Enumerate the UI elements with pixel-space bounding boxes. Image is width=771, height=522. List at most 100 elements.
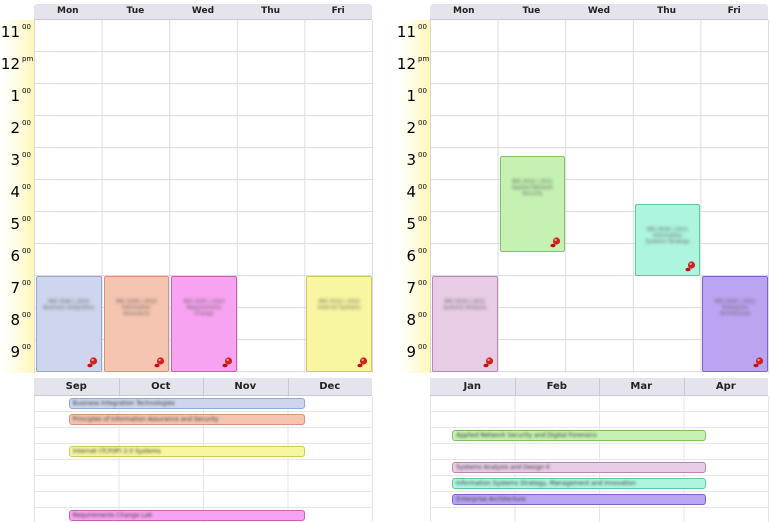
course-bar[interactable]: Business Integration Technologies bbox=[68, 398, 306, 409]
hour-label: 5 00 bbox=[0, 212, 34, 244]
day-label-wed: Wed bbox=[191, 6, 215, 16]
class-block[interactable]: MIS 3320 | 2010 Requirements Change bbox=[171, 276, 237, 372]
course-bar-label: Information Systems Strategy, Management… bbox=[456, 480, 637, 487]
course-bar-label: Business Integration Technologies bbox=[72, 400, 175, 407]
course-bar-label: Internet (TCP/IP) 2.0 Systems bbox=[72, 448, 161, 455]
hour-suffix: 00 bbox=[22, 23, 31, 31]
hour-label: 12 pm bbox=[396, 52, 430, 84]
month-label-apr: Apr bbox=[715, 381, 736, 392]
pushpin-icon[interactable] bbox=[86, 356, 98, 369]
month-label-feb: Feb bbox=[546, 381, 567, 392]
pushpin-icon[interactable] bbox=[221, 356, 233, 369]
class-block[interactable]: MIS 3340 | 2010 Business Integration bbox=[36, 276, 102, 372]
hour-suffix: 00 bbox=[418, 247, 427, 255]
class-block[interactable]: MIS 3520 | 2011 Systems Analysis bbox=[432, 276, 498, 372]
day-label-thu: Thu bbox=[261, 6, 281, 16]
hour-suffix: 00 bbox=[418, 183, 427, 191]
hour-label: 3 00 bbox=[396, 148, 430, 180]
day-label-tue: Tue bbox=[522, 6, 541, 16]
hour-label: 9 00 bbox=[0, 340, 34, 372]
class-block-label: MIS 3310 | 2010 Internet Systems bbox=[317, 299, 361, 311]
hour-suffix: 00 bbox=[418, 215, 427, 223]
class-block-label: MIS 3540 | 2011 Enterprise Architecture bbox=[714, 299, 756, 317]
course-bar[interactable]: Internet (TCP/IP) 2.0 Systems bbox=[68, 446, 306, 457]
hour-suffix: 00 bbox=[22, 215, 31, 223]
schedule-panel-fall: 11 00 12 pm 1 00 2 00 3 00 4 00 5 00 6 00 7 00 8 00 9 00 Mon Tu… bbox=[0, 4, 373, 522]
hour-label: 4 00 bbox=[396, 180, 430, 212]
hour-number: 12 bbox=[396, 55, 416, 73]
hour-suffix: 00 bbox=[22, 183, 31, 191]
term-timeline: Business Integration Technologies Princip… bbox=[34, 396, 373, 522]
course-bar-label: Principles of Information Assurance and … bbox=[72, 416, 219, 423]
course-bar[interactable]: Requirements Change Lab bbox=[68, 510, 306, 521]
pushpin-icon[interactable] bbox=[549, 236, 561, 249]
hour-number: 6 bbox=[406, 247, 416, 265]
course-bar-label: Systems Analysis and Design II bbox=[456, 464, 550, 471]
term-timeline: Applied Network Security and Digital For… bbox=[430, 396, 769, 522]
hour-suffix: 00 bbox=[418, 311, 427, 319]
pushpin-icon[interactable] bbox=[684, 260, 696, 273]
day-label-thu: Thu bbox=[657, 6, 677, 16]
class-block[interactable]: MIS 3510 | 2011 Applied Network Security bbox=[499, 156, 566, 252]
class-block-label: MIS 3510 | 2011 Applied Network Security bbox=[511, 179, 554, 197]
hour-label: 7 00 bbox=[0, 276, 34, 308]
week-grid: MIS 3510 | 2011 Applied Network Security… bbox=[430, 20, 769, 373]
class-block-label: MIS 3530 | 2011 Information Systems Stra… bbox=[645, 227, 690, 245]
hour-column: 11 00 12 pm 1 00 2 00 3 00 4 00 5 00 6 00 7 00 8 00 9 00 bbox=[396, 20, 430, 373]
hour-suffix: 00 bbox=[22, 343, 31, 351]
hour-number: 7 bbox=[406, 279, 416, 297]
hour-number: 11 bbox=[0, 23, 20, 41]
pushpin-icon[interactable] bbox=[153, 356, 165, 369]
month-divider bbox=[118, 378, 120, 395]
hour-label: 12 pm bbox=[0, 52, 34, 84]
course-bar[interactable]: Principles of Information Assurance and … bbox=[68, 414, 306, 425]
hour-suffix: 00 bbox=[22, 119, 31, 127]
course-bar-label: Applied Network Security and Digital For… bbox=[456, 432, 597, 439]
class-block[interactable]: MIS 3530 | 2011 Information Systems Stra… bbox=[634, 204, 701, 276]
month-label-nov: Nov bbox=[234, 381, 257, 392]
course-bar[interactable]: Applied Network Security and Digital For… bbox=[452, 430, 706, 441]
hour-suffix: 00 bbox=[22, 311, 31, 319]
class-block[interactable]: MIS 3310 | 2010 Internet Systems bbox=[306, 276, 372, 372]
hour-label: 6 00 bbox=[0, 244, 34, 276]
hour-label: 9 00 bbox=[396, 340, 430, 372]
course-bar[interactable]: Systems Analysis and Design II bbox=[452, 462, 706, 473]
hour-label: 11 00 bbox=[396, 20, 430, 52]
hour-label: 3 00 bbox=[0, 148, 34, 180]
hour-suffix: 00 bbox=[22, 87, 31, 95]
hour-suffix: 00 bbox=[418, 119, 427, 127]
hour-number: 2 bbox=[406, 119, 416, 137]
day-label-wed: Wed bbox=[587, 6, 611, 16]
hour-number: 6 bbox=[10, 247, 20, 265]
pushpin-icon[interactable] bbox=[752, 356, 764, 369]
month-divider bbox=[599, 378, 600, 395]
class-block[interactable]: MIS 3330 | 2010 Information Assurance bbox=[103, 276, 170, 372]
hour-column: 11 00 12 pm 1 00 2 00 3 00 4 00 5 00 6 00 7 00 8 00 9 00 bbox=[0, 20, 34, 373]
hour-number: 2 bbox=[10, 119, 20, 137]
hour-suffix: 00 bbox=[418, 151, 427, 159]
class-block-label: MIS 3520 | 2011 Systems Analysis bbox=[443, 299, 487, 311]
class-block[interactable]: MIS 3540 | 2011 Enterprise Architecture bbox=[702, 276, 768, 372]
month-divider bbox=[287, 378, 289, 395]
month-label-jan: Jan bbox=[463, 381, 482, 392]
month-divider bbox=[203, 378, 204, 395]
day-label-mon: Mon bbox=[57, 6, 79, 16]
week-grid: MIS 3340 | 2010 Business Integration MIS … bbox=[34, 20, 373, 373]
hour-suffix: 00 bbox=[22, 247, 31, 255]
pushpin-icon[interactable] bbox=[356, 356, 368, 369]
day-label-fri: Fri bbox=[331, 6, 345, 16]
hour-number: 7 bbox=[10, 279, 20, 297]
hour-label: 7 00 bbox=[396, 276, 430, 308]
course-bar[interactable]: Enterprise Architecture bbox=[452, 494, 706, 505]
hour-label: 1 00 bbox=[396, 84, 430, 116]
hour-label: 1 00 bbox=[0, 84, 34, 116]
hour-number: 5 bbox=[10, 215, 20, 233]
hour-label: 8 00 bbox=[0, 308, 34, 340]
hour-suffix: 00 bbox=[418, 343, 427, 351]
hour-number: 11 bbox=[396, 23, 416, 41]
schedule-panel-spring: 11 00 12 pm 1 00 2 00 3 00 4 00 5 00 6 00 7 00 8 00 9 00 Mon Tu… bbox=[396, 4, 769, 522]
day-label-tue: Tue bbox=[126, 6, 145, 16]
pushpin-icon[interactable] bbox=[482, 356, 494, 369]
course-bar[interactable]: Information Systems Strategy, Management… bbox=[452, 478, 706, 489]
hour-number: 4 bbox=[10, 183, 20, 201]
